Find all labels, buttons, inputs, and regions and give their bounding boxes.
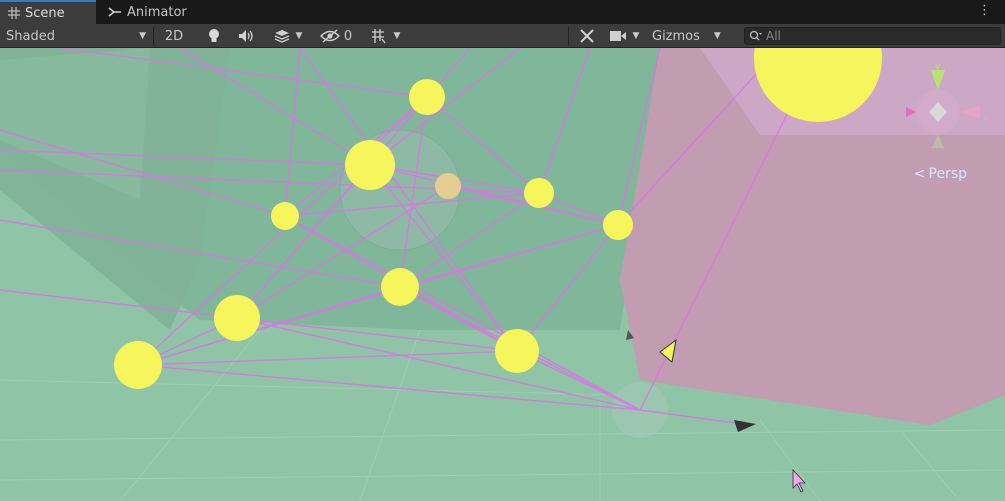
gizmos-label: Gizmos <box>652 28 700 44</box>
hidden-count: 0 <box>343 28 353 44</box>
shading-mode-label: Shaded <box>6 28 55 44</box>
lightbulb-icon <box>209 29 219 42</box>
tab-bar: Scene Animator ⋮ <box>0 0 1005 24</box>
search-placeholder: All <box>766 29 781 43</box>
hidden-objects-toggle[interactable]: 0 <box>316 24 356 48</box>
layers-icon <box>274 30 289 43</box>
camera-icon <box>609 31 626 41</box>
camera-mode-label: Persp <box>928 166 968 182</box>
sphere-node <box>345 140 395 190</box>
chevron-down-icon: ▼ <box>393 31 401 41</box>
sphere-node <box>409 79 445 115</box>
tools-icon <box>580 29 594 43</box>
gizmo-x-label: x <box>983 113 989 123</box>
chevron-down-icon: ▼ <box>713 31 721 41</box>
lighting-toggle[interactable] <box>200 24 228 48</box>
chevron-down-icon: ▼ <box>295 31 303 41</box>
effects-dropdown[interactable]: ▼ <box>264 24 312 48</box>
speaker-icon <box>239 30 253 42</box>
sphere-node <box>435 173 461 199</box>
tools-button[interactable] <box>574 24 600 48</box>
audio-toggle[interactable] <box>232 24 260 48</box>
sphere-node <box>214 295 260 341</box>
more-options-icon[interactable]: ⋮ <box>978 3 991 18</box>
tab-animator-label: Animator <box>127 4 187 20</box>
camera-dropdown[interactable]: ▼ <box>604 24 644 48</box>
scene-viewport[interactable]: y x < Persp <box>0 48 1005 501</box>
chevron-left-icon: < <box>913 166 926 182</box>
scene-search-field[interactable]: All <box>744 27 1001 45</box>
sphere-node <box>603 210 633 240</box>
grid-snap-dropdown[interactable]: ▼ <box>360 24 410 48</box>
sphere-node <box>114 341 162 389</box>
animator-icon <box>108 7 121 17</box>
eye-hidden-icon <box>319 29 340 43</box>
tab-scene[interactable]: Scene <box>0 0 96 24</box>
sphere-node <box>524 178 554 208</box>
chevron-down-icon: ▼ <box>632 31 640 41</box>
gizmos-dropdown[interactable]: Gizmos ▼ <box>648 24 734 48</box>
scene-canvas: y x <box>0 48 1005 501</box>
grid-snap-icon <box>371 29 386 44</box>
toggle-2d-button[interactable]: 2D <box>158 24 190 48</box>
divider <box>568 27 569 45</box>
gizmo-y-label: y <box>935 62 941 72</box>
toggle-2d-label: 2D <box>164 28 184 44</box>
grid-icon <box>8 7 20 19</box>
divider <box>153 27 154 45</box>
shading-mode-dropdown[interactable]: Shaded ▼ <box>0 24 152 48</box>
tab-scene-label: Scene <box>25 5 65 21</box>
search-icon <box>749 30 762 41</box>
sphere-node <box>381 268 419 306</box>
perspective-toggle[interactable]: < Persp <box>914 166 967 182</box>
sphere-node <box>495 329 539 373</box>
sphere-node <box>271 202 299 230</box>
chevron-down-icon: ▼ <box>139 31 146 41</box>
tab-animator[interactable]: Animator <box>100 0 210 24</box>
